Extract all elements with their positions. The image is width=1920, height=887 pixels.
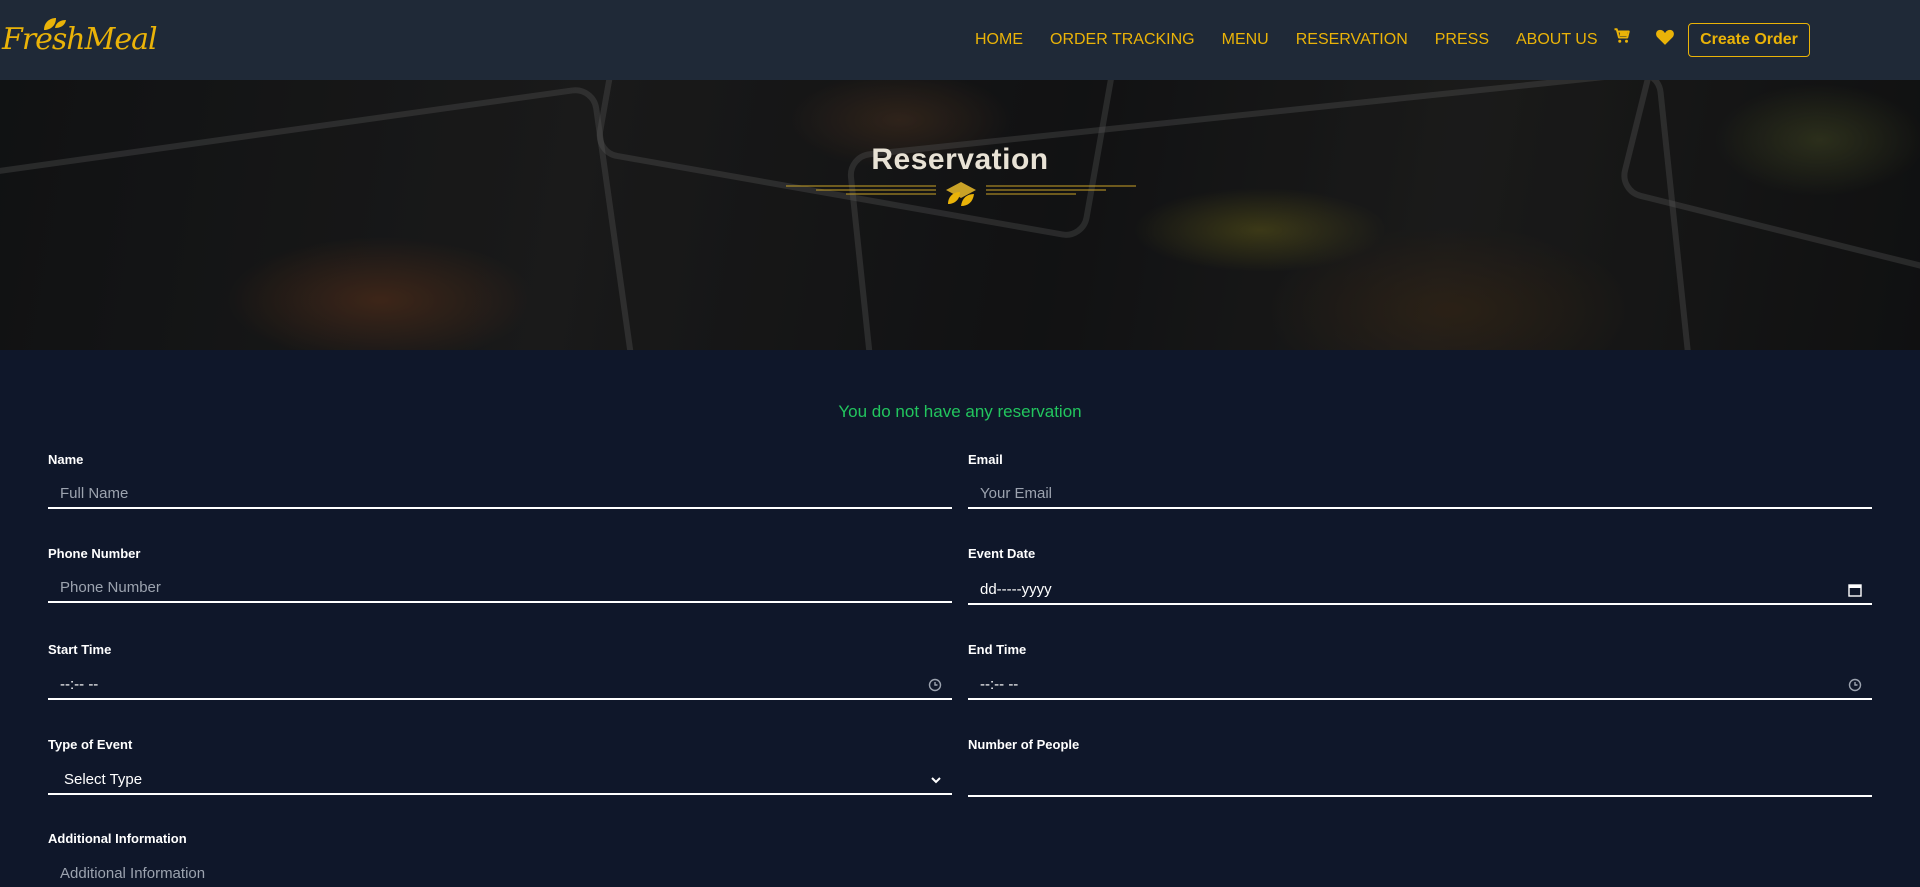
- event-type-selected: Select Type: [64, 770, 143, 788]
- email-label: Email: [968, 452, 1003, 467]
- name-placeholder: Full Name: [60, 484, 129, 502]
- reservation-status-message: You do not have any reservation: [838, 402, 1082, 421]
- leaf-icon: [44, 18, 66, 30]
- nav-reservation[interactable]: RESERVATION: [1296, 31, 1408, 49]
- navbar: FreshMeal HOME ORDER TRACKING MENU RESER…: [0, 0, 1920, 80]
- main-nav: HOME ORDER TRACKING MENU RESERVATION PRE…: [975, 0, 1625, 80]
- end-time-label: End Time: [968, 642, 1027, 657]
- hero-banner: Reservation: [0, 80, 1920, 350]
- brand-logo[interactable]: FreshMeal: [2, 18, 158, 62]
- phone-label: Phone Number: [48, 546, 141, 561]
- calendar-icon[interactable]: [1848, 583, 1862, 597]
- event-date-value: dd-----yyyy: [980, 580, 1052, 598]
- name-input[interactable]: Full Name: [48, 479, 952, 509]
- heart-icon[interactable]: [1655, 27, 1675, 46]
- phone-input[interactable]: Phone Number: [48, 573, 952, 603]
- email-placeholder: Your Email: [980, 484, 1052, 502]
- name-label: Name: [48, 452, 84, 467]
- end-time-input[interactable]: --:-- --: [968, 670, 1872, 700]
- leaf-divider-icon: [786, 182, 1136, 206]
- event-type-label: Type of Event: [48, 737, 133, 752]
- page-title: Reservation: [871, 143, 1049, 176]
- chevron-down-icon[interactable]: [930, 775, 942, 785]
- additional-info-input[interactable]: Additional Information: [48, 859, 952, 887]
- nav-about-us[interactable]: ABOUT US: [1516, 31, 1598, 49]
- event-date-label: Event Date: [968, 546, 1036, 561]
- people-input[interactable]: [968, 767, 1872, 797]
- nav-press[interactable]: PRESS: [1435, 31, 1489, 49]
- clock-icon[interactable]: [1848, 678, 1862, 692]
- additional-info-placeholder: Additional Information: [60, 864, 206, 882]
- nav-home[interactable]: HOME: [975, 31, 1023, 49]
- create-order-button[interactable]: Create Order: [1688, 23, 1810, 57]
- nav-order-tracking[interactable]: ORDER TRACKING: [1050, 31, 1195, 49]
- additional-info-label: Additional Information: [48, 831, 187, 846]
- start-time-input[interactable]: --:-- --: [48, 670, 952, 700]
- event-date-input[interactable]: dd-----yyyy: [968, 575, 1872, 605]
- hero-overlay: [0, 80, 1920, 350]
- people-label: Number of People: [968, 737, 1080, 752]
- nav-menu[interactable]: MENU: [1222, 31, 1269, 49]
- email-input[interactable]: Your Email: [968, 479, 1872, 509]
- cart-icon[interactable]: [1613, 27, 1631, 45]
- brand-name: FreshMeal: [2, 22, 158, 57]
- phone-placeholder: Phone Number: [60, 578, 161, 596]
- start-time-label: Start Time: [48, 642, 112, 657]
- start-time-value: --:-- --: [60, 675, 99, 693]
- clock-icon[interactable]: [928, 678, 942, 692]
- event-type-select[interactable]: Select Type: [48, 765, 952, 795]
- end-time-value: --:-- --: [980, 675, 1019, 693]
